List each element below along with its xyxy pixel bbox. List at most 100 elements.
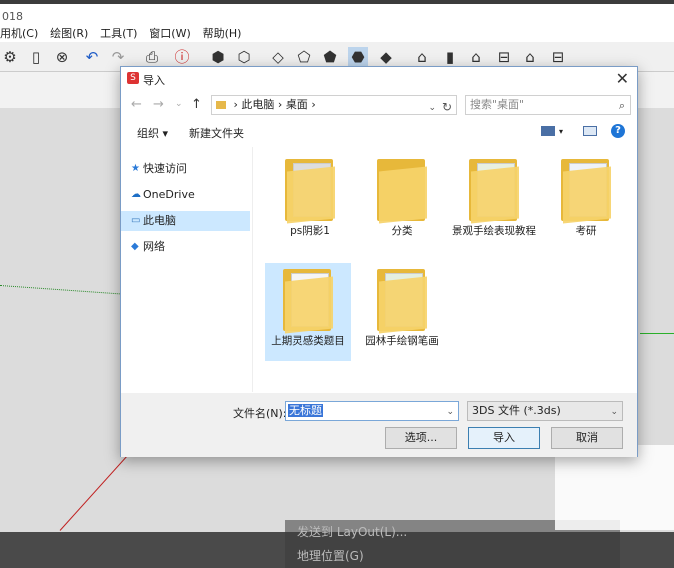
menu-item-window[interactable]: 窗口(W) xyxy=(149,27,190,41)
filename-label: 文件名(N): xyxy=(233,407,287,420)
help-icon[interactable]: ? xyxy=(611,124,625,138)
iso-view-icon[interactable]: ⬢ xyxy=(208,47,228,67)
star-icon: ★ xyxy=(131,163,140,174)
xray-style-icon[interactable]: ◇ xyxy=(268,47,288,67)
recent-dropdown-icon[interactable]: ⌄ xyxy=(175,99,183,109)
folder-item[interactable]: 分类 xyxy=(359,153,445,251)
nav-item-network[interactable]: ◆ 网络 xyxy=(121,237,250,257)
folder-item[interactable]: 景观手绘表现教程 xyxy=(451,153,537,251)
top-view-icon[interactable]: ⬡ xyxy=(234,47,254,67)
new-folder-button[interactable]: 新建文件夹 xyxy=(189,125,244,141)
back-house-icon[interactable]: ⊟ xyxy=(494,47,514,67)
wireframe-style-icon[interactable]: ⬠ xyxy=(294,47,314,67)
iso-house-icon[interactable]: ⌂ xyxy=(412,47,432,67)
eraser-icon[interactable]: ▯ xyxy=(26,47,46,67)
redo-icon[interactable]: ↷ xyxy=(108,47,128,67)
model-info-icon[interactable]: ⓘ xyxy=(172,47,192,67)
app-title: 018 xyxy=(2,10,23,23)
refresh-icon[interactable]: ↻ xyxy=(442,98,452,116)
import-button[interactable]: 导入 xyxy=(468,427,540,449)
chevron-down-icon[interactable]: ⌄ xyxy=(446,403,454,421)
filename-value: 无标题 xyxy=(288,404,323,417)
folder-label: 考研 xyxy=(575,225,597,237)
menu-bar: 用机(C) 绘图(R) 工具(T) 窗口(W) 帮助(H) xyxy=(0,26,674,42)
command-bar: 组织 ▾ 新建文件夹 ▾ ? xyxy=(121,121,637,143)
folder-item[interactable]: ps阴影1 xyxy=(267,153,353,251)
print-icon[interactable]: ⎙ xyxy=(142,47,162,67)
dialog-title: 导入 xyxy=(143,74,165,87)
breadcrumb-this-pc[interactable]: 此电脑 xyxy=(241,98,274,111)
dialog-bottom-bar: 文件名(N): 无标题 ⌄ 3DS 文件 (*.3ds) ⌄ 选项... 导入 … xyxy=(121,393,637,457)
search-icon[interactable]: ⌕ xyxy=(619,97,625,115)
options-button[interactable]: 选项... xyxy=(385,427,457,449)
shaded-style-icon[interactable]: ⬣ xyxy=(348,47,368,67)
close-icon[interactable]: ✕ xyxy=(616,69,629,88)
view-options-icon[interactable] xyxy=(541,126,555,136)
search-input[interactable]: 搜索"桌面" ⌕ xyxy=(465,95,631,115)
folder-icon xyxy=(216,101,226,109)
breadcrumb-separator: › xyxy=(277,98,283,111)
hidden-line-style-icon[interactable]: ⬟ xyxy=(320,47,340,67)
file-list: ps阴影1 分类 景观手绘表现教程 考研 上期灵感类题目 园林手绘钢笔画 xyxy=(265,153,635,388)
network-icon: ◆ xyxy=(131,241,139,252)
context-item-geo-location[interactable]: 地理位置(G) xyxy=(285,544,620,568)
folder-icon xyxy=(561,159,613,224)
cancel-button[interactable]: 取消 xyxy=(551,427,623,449)
menu-item-draw[interactable]: 绘图(R) xyxy=(50,27,88,41)
nav-item-onedrive[interactable]: ☁ OneDrive xyxy=(121,185,250,205)
folder-icon xyxy=(377,159,429,224)
search-placeholder: 搜索"桌面" xyxy=(470,98,525,111)
menu-item-tools[interactable]: 工具(T) xyxy=(100,27,137,41)
left-house-icon[interactable]: ⌂ xyxy=(520,47,540,67)
cloud-icon: ☁ xyxy=(131,189,141,200)
address-bar[interactable]: › 此电脑 › 桌面 › ⌄ ↻ xyxy=(211,95,457,115)
front-house-icon[interactable]: ⌂ xyxy=(466,47,486,67)
view-dropdown-icon[interactable]: ▾ xyxy=(559,127,563,136)
menu-item-help[interactable]: 帮助(H) xyxy=(203,27,242,41)
breadcrumb-separator: › xyxy=(311,98,316,111)
breadcrumb-desktop[interactable]: 桌面 xyxy=(286,98,308,111)
monochrome-style-icon[interactable]: ◆ xyxy=(376,47,396,67)
mosaic-blur xyxy=(555,445,674,530)
folder-icon xyxy=(285,159,337,224)
nav-item-quick-access[interactable]: ★ 快速访问 xyxy=(121,159,250,179)
navigation-pane: ★ 快速访问 ☁ OneDrive ▭ 此电脑 ◆ 网络 xyxy=(121,147,252,392)
filetype-value: 3DS 文件 (*.3ds) xyxy=(472,404,561,417)
organize-button[interactable]: 组织 ▾ xyxy=(137,125,168,141)
filetype-select[interactable]: 3DS 文件 (*.3ds) ⌄ xyxy=(467,401,623,421)
bottom-house-icon[interactable]: ⊟ xyxy=(548,47,568,67)
paint-bucket-icon[interactable]: ⚙ xyxy=(0,47,20,67)
folder-item[interactable]: 考研 xyxy=(543,153,629,251)
nav-item-this-pc[interactable]: ▭ 此电脑 xyxy=(121,211,250,231)
dialog-title-bar: S 导入 ✕ xyxy=(121,67,637,91)
chevron-down-icon[interactable]: ⌄ xyxy=(610,403,618,421)
folder-label: 园林手绘钢笔画 xyxy=(365,335,439,347)
folder-icon xyxy=(377,269,429,334)
folder-label: 分类 xyxy=(391,225,413,237)
import-dialog: S 导入 ✕ ← → ⌄ ↑ › 此电脑 › 桌面 › ⌄ ↻ 搜索"桌面" ⌕… xyxy=(120,66,638,457)
green-axis-right xyxy=(640,333,674,334)
folder-label: ps阴影1 xyxy=(290,225,330,237)
back-icon[interactable]: ← xyxy=(131,97,142,112)
filename-field[interactable]: 无标题 ⌄ xyxy=(285,401,459,421)
cancel-circle-icon[interactable]: ⊗ xyxy=(52,47,72,67)
folder-item[interactable]: 园林手绘钢笔画 xyxy=(359,263,445,361)
address-dropdown-icon[interactable]: ⌄ xyxy=(428,99,436,117)
forward-icon[interactable]: → xyxy=(153,97,164,112)
folder-icon xyxy=(469,159,521,224)
pane-divider xyxy=(252,147,253,392)
preview-pane-icon[interactable] xyxy=(583,126,597,136)
computer-icon: ▭ xyxy=(131,215,141,226)
up-icon[interactable]: ↑ xyxy=(191,97,202,112)
breadcrumb-separator: › xyxy=(233,98,238,111)
navigation-row: ← → ⌄ ↑ › 此电脑 › 桌面 › ⌄ ↻ 搜索"桌面" ⌕ xyxy=(121,93,637,117)
undo-icon[interactable]: ↶ xyxy=(82,47,102,67)
folder-label: 景观手绘表现教程 xyxy=(452,225,536,237)
folder-label: 上期灵感类题目 xyxy=(271,335,345,347)
folder-item-selected[interactable]: 上期灵感类题目 xyxy=(265,263,351,361)
folder-icon xyxy=(283,269,335,334)
sketchup-icon: S xyxy=(127,72,139,84)
app-title-bar: 018 xyxy=(0,0,674,26)
right-view-icon[interactable]: ▮ xyxy=(440,47,460,67)
menu-item-camera[interactable]: 用机(C) xyxy=(0,27,38,41)
